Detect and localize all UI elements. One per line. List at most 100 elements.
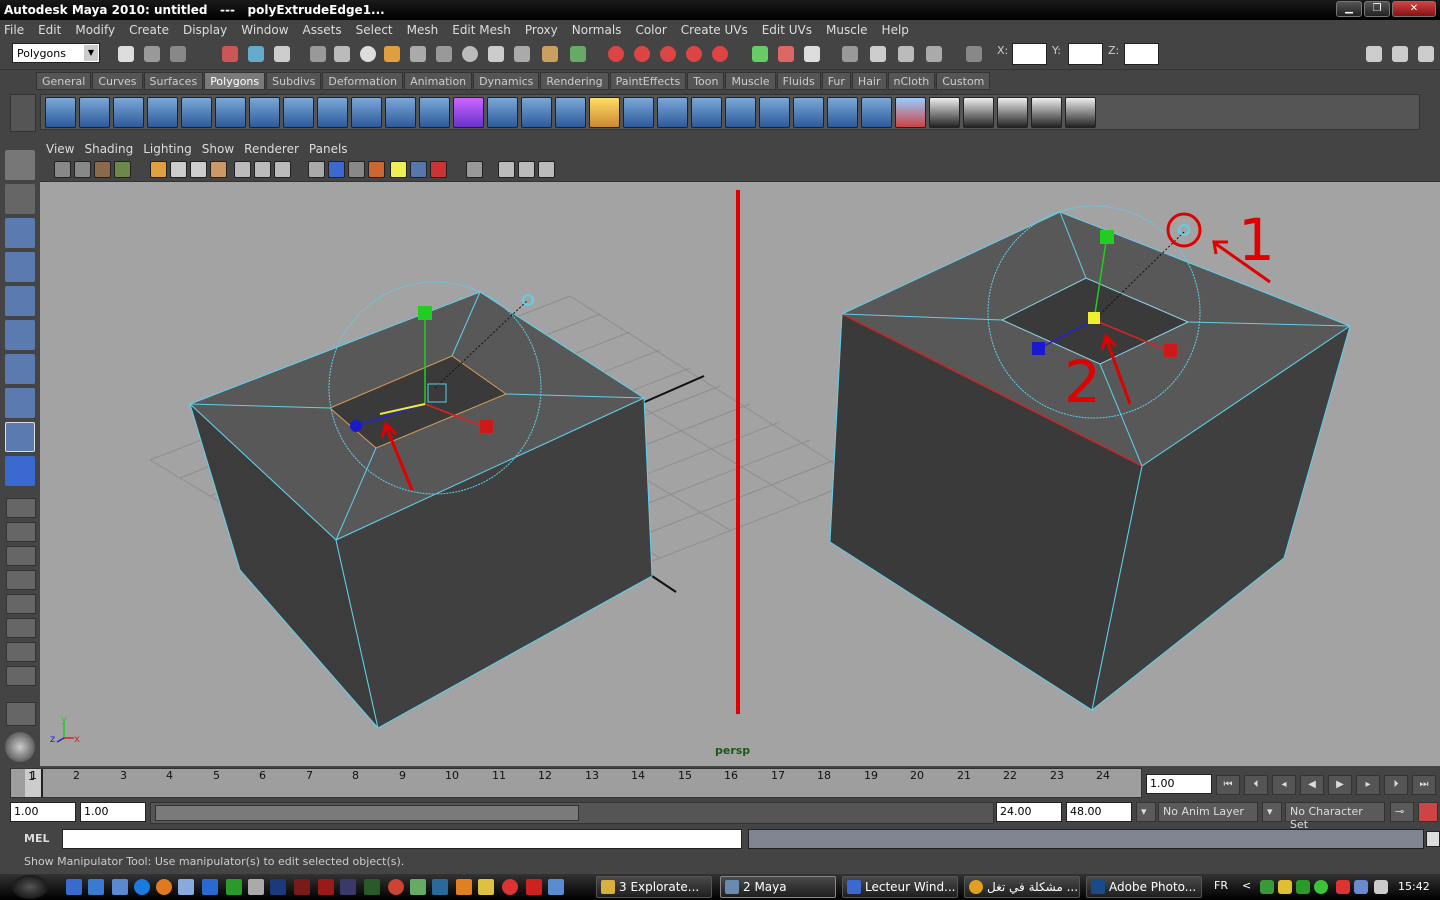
restore-button[interactable]: ❐ xyxy=(1364,1,1390,17)
poly-helix-icon[interactable] xyxy=(317,97,348,128)
append-polygon-icon[interactable] xyxy=(623,97,654,128)
poly-cylinder-icon[interactable] xyxy=(113,97,144,128)
vlc-icon[interactable] xyxy=(456,879,472,895)
menu-mesh[interactable]: Mesh xyxy=(407,23,439,37)
construction-history-icon[interactable] xyxy=(804,46,820,62)
fireworks-quick-icon[interactable] xyxy=(318,879,334,895)
layout-trax-icon[interactable] xyxy=(6,642,36,662)
film-gate-icon[interactable] xyxy=(170,161,187,178)
anim-layer-dropdown[interactable]: No Anim Layer xyxy=(1158,802,1258,822)
tab-animation[interactable]: Animation xyxy=(404,72,473,90)
app-blue-icon[interactable] xyxy=(432,879,448,895)
extract-icon[interactable] xyxy=(861,97,892,128)
panel-menu-renderer[interactable]: Renderer xyxy=(244,142,299,156)
tray-alert-icon[interactable] xyxy=(1336,880,1350,894)
snap-grid-icon[interactable] xyxy=(570,46,586,62)
history-icon[interactable] xyxy=(712,46,728,62)
tab-fluids[interactable]: Fluids xyxy=(776,72,821,90)
mirror-geometry-icon[interactable] xyxy=(487,97,518,128)
tray-app-icon[interactable] xyxy=(1278,880,1292,894)
tray-h-icon[interactable] xyxy=(1296,880,1310,894)
menu-proxy[interactable]: Proxy xyxy=(525,23,558,37)
select-curves-icon[interactable] xyxy=(360,46,376,62)
gate-mask-icon[interactable] xyxy=(210,161,227,178)
app-loop-icon[interactable] xyxy=(410,879,426,895)
safe-action-icon[interactable] xyxy=(254,161,271,178)
select-dynamics-icon[interactable] xyxy=(436,46,452,62)
show-desktop-icon[interactable] xyxy=(66,879,82,895)
layout-persp-hypergraph-icon[interactable] xyxy=(6,618,36,638)
boolean-union-icon[interactable] xyxy=(419,97,450,128)
poly-cone-icon[interactable] xyxy=(147,97,178,128)
select-misc-icon[interactable] xyxy=(488,46,504,62)
mel-label[interactable]: MEL xyxy=(24,832,49,845)
cylindrical-mapping-icon[interactable] xyxy=(963,97,994,128)
tab-rendering[interactable]: Rendering xyxy=(540,72,609,90)
tab-dynamics[interactable]: Dynamics xyxy=(473,72,540,90)
offset-edge-loop-icon[interactable] xyxy=(725,97,756,128)
language-indicator[interactable]: FR xyxy=(1214,879,1228,892)
menu-normals[interactable]: Normals xyxy=(572,23,622,37)
lock-selection-icon[interactable] xyxy=(514,46,530,62)
layout-single-pane-icon[interactable] xyxy=(6,498,36,518)
new-scene-icon[interactable] xyxy=(118,46,134,62)
field-chart-icon[interactable] xyxy=(234,161,251,178)
scale-tool-icon[interactable] xyxy=(5,320,35,350)
tab-painteffects[interactable]: PaintEffects xyxy=(609,72,687,90)
select-rendering-icon[interactable] xyxy=(462,46,478,62)
tool-settings-icon[interactable] xyxy=(1392,46,1408,62)
playback-end-field[interactable]: 24.00 xyxy=(996,802,1062,822)
poly-torus-icon[interactable] xyxy=(215,97,246,128)
extrude-icon[interactable] xyxy=(555,97,586,128)
panel-menu-show[interactable]: Show xyxy=(202,142,234,156)
poly-cube-icon[interactable] xyxy=(79,97,110,128)
tab-ncloth[interactable]: nCloth xyxy=(887,72,936,90)
menu-assets[interactable]: Assets xyxy=(303,23,342,37)
attribute-editor-icon[interactable] xyxy=(1366,46,1382,62)
computer-icon[interactable] xyxy=(112,879,128,895)
left-cube-mesh[interactable] xyxy=(188,281,653,729)
tab-curves[interactable]: Curves xyxy=(92,72,143,90)
poly-prism-icon[interactable] xyxy=(249,97,280,128)
menu-modify[interactable]: Modify xyxy=(75,23,115,37)
close-button[interactable]: ✕ xyxy=(1392,1,1436,17)
insert-edge-loop-icon[interactable] xyxy=(691,97,722,128)
play-backwards-icon[interactable]: ◀ xyxy=(1300,775,1324,795)
layout-hypershade-icon[interactable] xyxy=(6,594,36,614)
x-field[interactable] xyxy=(1012,43,1047,65)
recycle-bin-icon[interactable] xyxy=(178,879,194,895)
mel-input[interactable] xyxy=(62,829,742,849)
tab-surfaces[interactable]: Surfaces xyxy=(143,72,204,90)
after-effects-quick-icon[interactable] xyxy=(340,879,356,895)
app-h-icon[interactable] xyxy=(226,879,242,895)
menu-set-dropdown[interactable]: Polygons ▼ xyxy=(12,43,100,63)
image-plane-icon[interactable] xyxy=(114,161,131,178)
rotate-tool-icon[interactable] xyxy=(5,286,35,316)
go-to-start-icon[interactable]: ⏮ xyxy=(1216,775,1240,795)
firefox-icon[interactable] xyxy=(156,879,172,895)
snap-curve-icon[interactable] xyxy=(608,46,624,62)
dreamweaver-quick-icon[interactable] xyxy=(364,879,380,895)
layout-persp-outliner-icon[interactable] xyxy=(6,546,36,566)
z-field[interactable] xyxy=(1124,43,1159,65)
y-field[interactable] xyxy=(1068,43,1103,65)
taskbar-photoshop[interactable]: Adobe Photo... xyxy=(1086,876,1202,898)
step-forward-frame-icon[interactable]: ▸ xyxy=(1356,775,1380,795)
tray-shield-icon[interactable] xyxy=(1260,880,1274,894)
taskbar-chrome[interactable]: مشكلة في تغل ... xyxy=(964,876,1080,898)
range-slider[interactable] xyxy=(150,802,994,824)
menu-muscle[interactable]: Muscle xyxy=(826,23,868,37)
layout-persp-graph-icon[interactable] xyxy=(6,570,36,590)
app-people-icon[interactable] xyxy=(478,879,494,895)
chrome-quick-icon[interactable] xyxy=(502,879,518,895)
network-icon[interactable] xyxy=(1354,880,1368,894)
wireframe-on-shaded-icon[interactable] xyxy=(348,161,365,178)
menu-help[interactable]: Help xyxy=(882,23,909,37)
save-scene-icon[interactable] xyxy=(170,46,186,62)
volume-icon[interactable] xyxy=(1374,880,1388,894)
playback-start-field[interactable]: 1.00 xyxy=(80,802,146,822)
acrobat-quick-icon[interactable] xyxy=(526,879,542,895)
uv-texture-editor-icon[interactable] xyxy=(1065,97,1096,128)
channel-box-icon[interactable] xyxy=(1418,46,1434,62)
flash-quick-icon[interactable] xyxy=(294,879,310,895)
